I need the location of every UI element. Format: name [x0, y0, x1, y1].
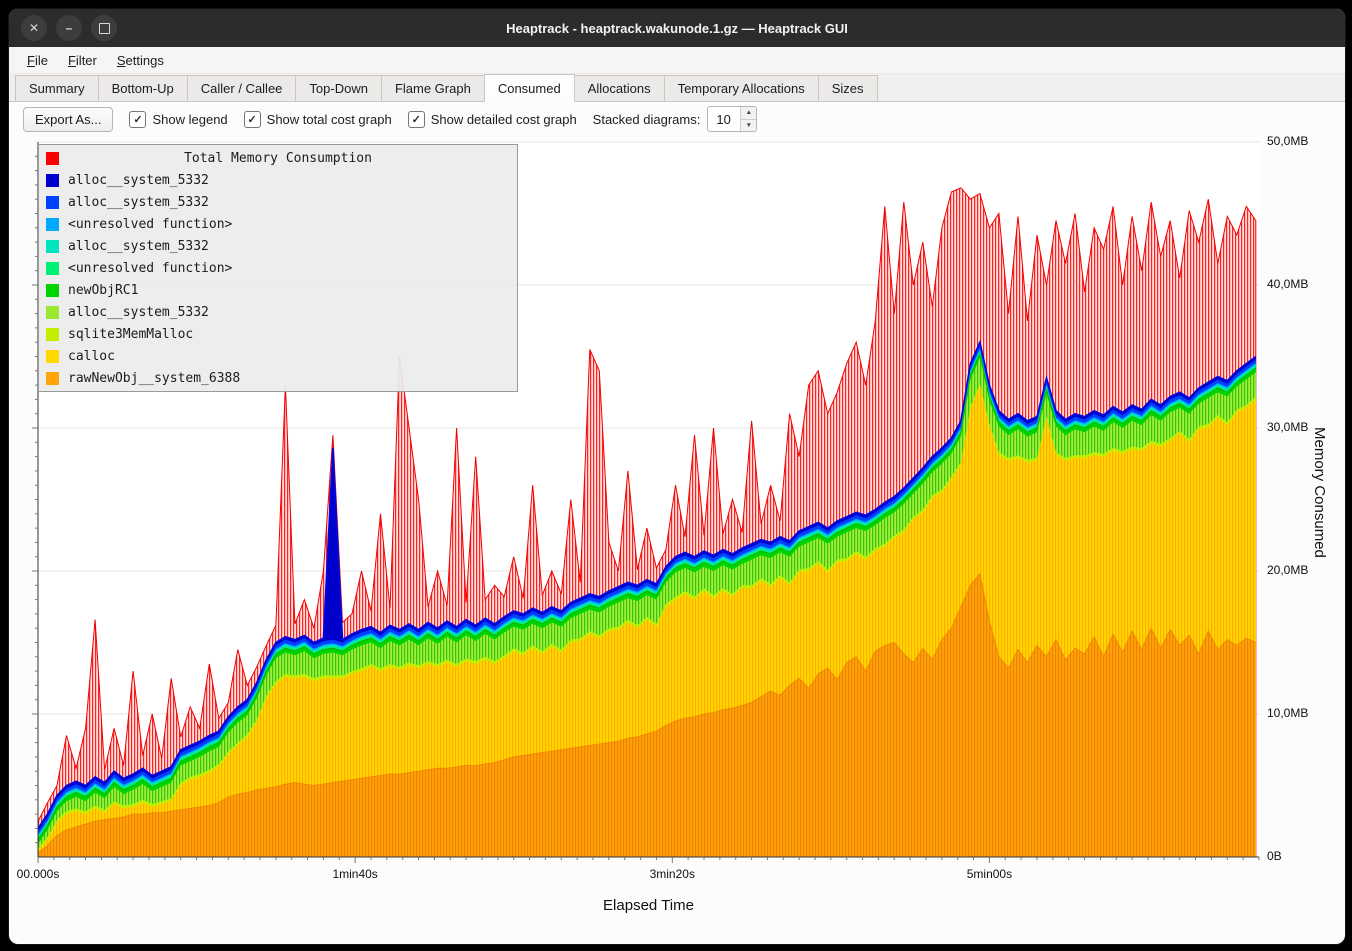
legend-item: alloc__system_5332: [43, 169, 513, 191]
window-title: Heaptrack - heaptrack.wakunode.1.gz — He…: [9, 21, 1345, 36]
tab-caller-callee[interactable]: Caller / Callee: [187, 75, 297, 101]
legend-item: alloc__system_5332: [43, 235, 513, 257]
y-tick-label: 20,0MB: [1267, 563, 1308, 577]
legend-label: alloc__system_5332: [68, 195, 209, 210]
legend-label: newObjRC1: [68, 283, 138, 298]
x-tick-label: 3min20s: [637, 867, 707, 881]
legend-label: <unresolved function>: [68, 261, 232, 276]
maximize-icon[interactable]: [91, 15, 117, 41]
legend-label: alloc__system_5332: [68, 305, 209, 320]
legend-swatch: [46, 284, 59, 297]
checkbox-show-total-cost-graph[interactable]: Show total cost graph: [244, 111, 392, 128]
chart-toolbar: Export As... Show legend Show total cost…: [9, 102, 1345, 136]
stacked-diagrams-value: 10: [708, 107, 740, 131]
heaptrack-window: Heaptrack - heaptrack.wakunode.1.gz — He…: [8, 8, 1346, 945]
menu-bar: File Filter Settings: [9, 47, 1345, 74]
legend-swatch: [46, 328, 59, 341]
y-tick-label: 10,0MB: [1267, 706, 1308, 720]
minimize-icon[interactable]: [56, 15, 82, 41]
export-as-button[interactable]: Export As...: [23, 107, 113, 132]
close-icon[interactable]: [21, 15, 47, 41]
tab-bottom-up[interactable]: Bottom-Up: [98, 75, 188, 101]
title-bar: Heaptrack - heaptrack.wakunode.1.gz — He…: [9, 9, 1345, 47]
tab-sizes[interactable]: Sizes: [818, 75, 878, 101]
y-tick-label: 50,0MB: [1267, 134, 1308, 148]
tab-flame-graph[interactable]: Flame Graph: [381, 75, 485, 101]
legend-swatch: [46, 174, 59, 187]
legend-item: rawNewObj__system_6388: [43, 367, 513, 389]
memory-consumption-chart[interactable]: Total Memory Consumption alloc__system_53…: [26, 139, 1271, 939]
y-tick-label: 40,0MB: [1267, 277, 1308, 291]
legend-item: calloc: [43, 345, 513, 367]
tab-consumed[interactable]: Consumed: [484, 74, 575, 102]
window-controls: [21, 15, 117, 41]
checkbox-icon: [408, 111, 425, 128]
legend-label: sqlite3MemMalloc: [68, 327, 193, 342]
legend-title: Total Memory Consumption: [43, 147, 513, 169]
x-tick-label: 5min00s: [954, 867, 1024, 881]
legend-swatch: [46, 262, 59, 275]
tab-summary[interactable]: Summary: [15, 75, 99, 101]
x-tick-label: 1min40s: [320, 867, 390, 881]
checkbox-label: Show total cost graph: [267, 112, 392, 127]
x-axis-title: Elapsed Time: [38, 897, 1259, 914]
checkbox-show-legend[interactable]: Show legend: [129, 111, 227, 128]
menu-settings[interactable]: Settings: [107, 50, 174, 71]
y-tick-label: 0B: [1267, 849, 1282, 863]
legend-label: calloc: [68, 349, 115, 364]
x-tick-label: 00.000s: [8, 867, 73, 881]
checkbox-label: Show detailed cost graph: [431, 112, 577, 127]
menu-filter[interactable]: Filter: [58, 50, 107, 71]
legend-item: alloc__system_5332: [43, 191, 513, 213]
checkbox-icon: [244, 111, 261, 128]
legend-label: <unresolved function>: [68, 217, 232, 232]
y-axis-title: Memory Consumed: [1311, 427, 1328, 558]
legend-label: rawNewObj__system_6388: [68, 371, 240, 386]
tab-allocations[interactable]: Allocations: [574, 75, 665, 101]
checkbox-icon: [129, 111, 146, 128]
legend-item: <unresolved function>: [43, 257, 513, 279]
legend-label: alloc__system_5332: [68, 239, 209, 254]
legend-swatch: [46, 152, 59, 165]
stacked-diagrams-spinner[interactable]: 10: [707, 106, 757, 132]
menu-file[interactable]: File: [17, 50, 58, 71]
tab-top-down[interactable]: Top-Down: [295, 75, 382, 101]
legend-label: Total Memory Consumption: [68, 151, 513, 166]
legend-swatch: [46, 306, 59, 319]
legend-swatch: [46, 218, 59, 231]
legend-item: <unresolved function>: [43, 213, 513, 235]
legend-item: alloc__system_5332: [43, 301, 513, 323]
legend-label: alloc__system_5332: [68, 173, 209, 188]
legend-swatch: [46, 372, 59, 385]
legend-swatch: [46, 196, 59, 209]
legend-swatch: [46, 240, 59, 253]
tab-temporary-allocations[interactable]: Temporary Allocations: [664, 75, 819, 101]
checkbox-label: Show legend: [152, 112, 227, 127]
spinner-up-icon[interactable]: [741, 107, 756, 120]
checkbox-show-detailed-cost-graph[interactable]: Show detailed cost graph: [408, 111, 577, 128]
legend-item: sqlite3MemMalloc: [43, 323, 513, 345]
y-tick-label: 30,0MB: [1267, 420, 1308, 434]
tab-bar: Summary Bottom-Up Caller / Callee Top-Do…: [9, 74, 1345, 102]
chart-legend: Total Memory Consumption alloc__system_53…: [38, 144, 518, 392]
stacked-diagrams-label: Stacked diagrams:: [593, 112, 701, 127]
legend-item: newObjRC1: [43, 279, 513, 301]
spinner-down-icon[interactable]: [741, 120, 756, 132]
legend-swatch: [46, 350, 59, 363]
